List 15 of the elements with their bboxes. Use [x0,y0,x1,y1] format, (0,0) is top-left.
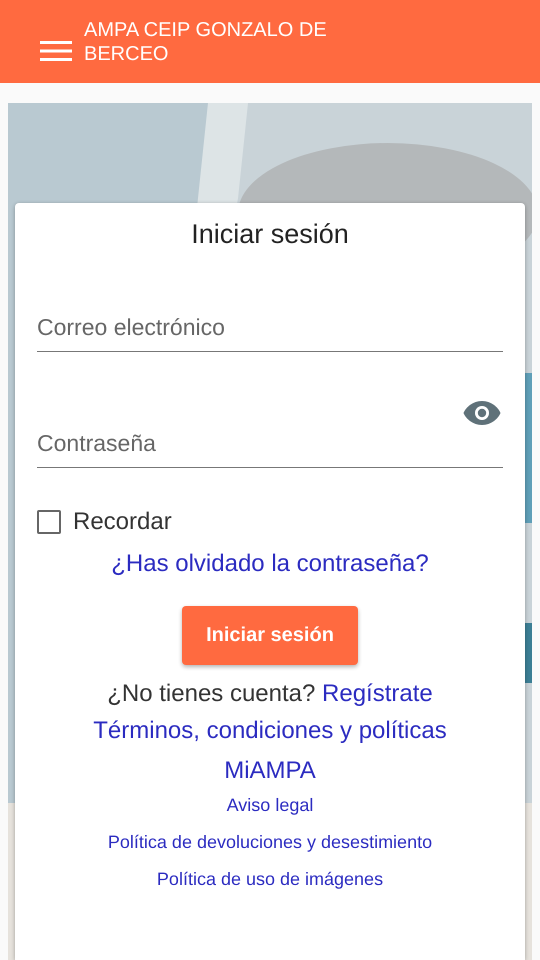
remember-label: Recordar [73,508,172,536]
signup-prompt: ¿No tienes cuenta? [107,680,316,707]
menu-icon[interactable] [40,40,72,62]
card-title: Iniciar sesión [191,219,349,250]
forgot-password-link[interactable]: ¿Has olvidado la contraseña? [111,544,429,584]
footer-link[interactable]: Política de uso de imágenes [156,869,384,890]
remember-checkbox[interactable] [37,510,61,534]
email-field[interactable]: Correo electrónico [37,308,503,352]
footer-link[interactable]: Política de devoluciones y desestimiento [108,832,432,853]
footer-link[interactable]: Aviso legal [226,795,314,816]
eye-icon[interactable] [463,400,501,426]
app-title: AMPA CEIP GONZALO DE BERCEO [84,18,328,66]
password-field[interactable]: Contraseña [37,424,503,468]
signup-link[interactable]: Regístrate [322,680,433,707]
terms-link[interactable]: Términos, condiciones y políticas MiAMPA [60,711,480,791]
